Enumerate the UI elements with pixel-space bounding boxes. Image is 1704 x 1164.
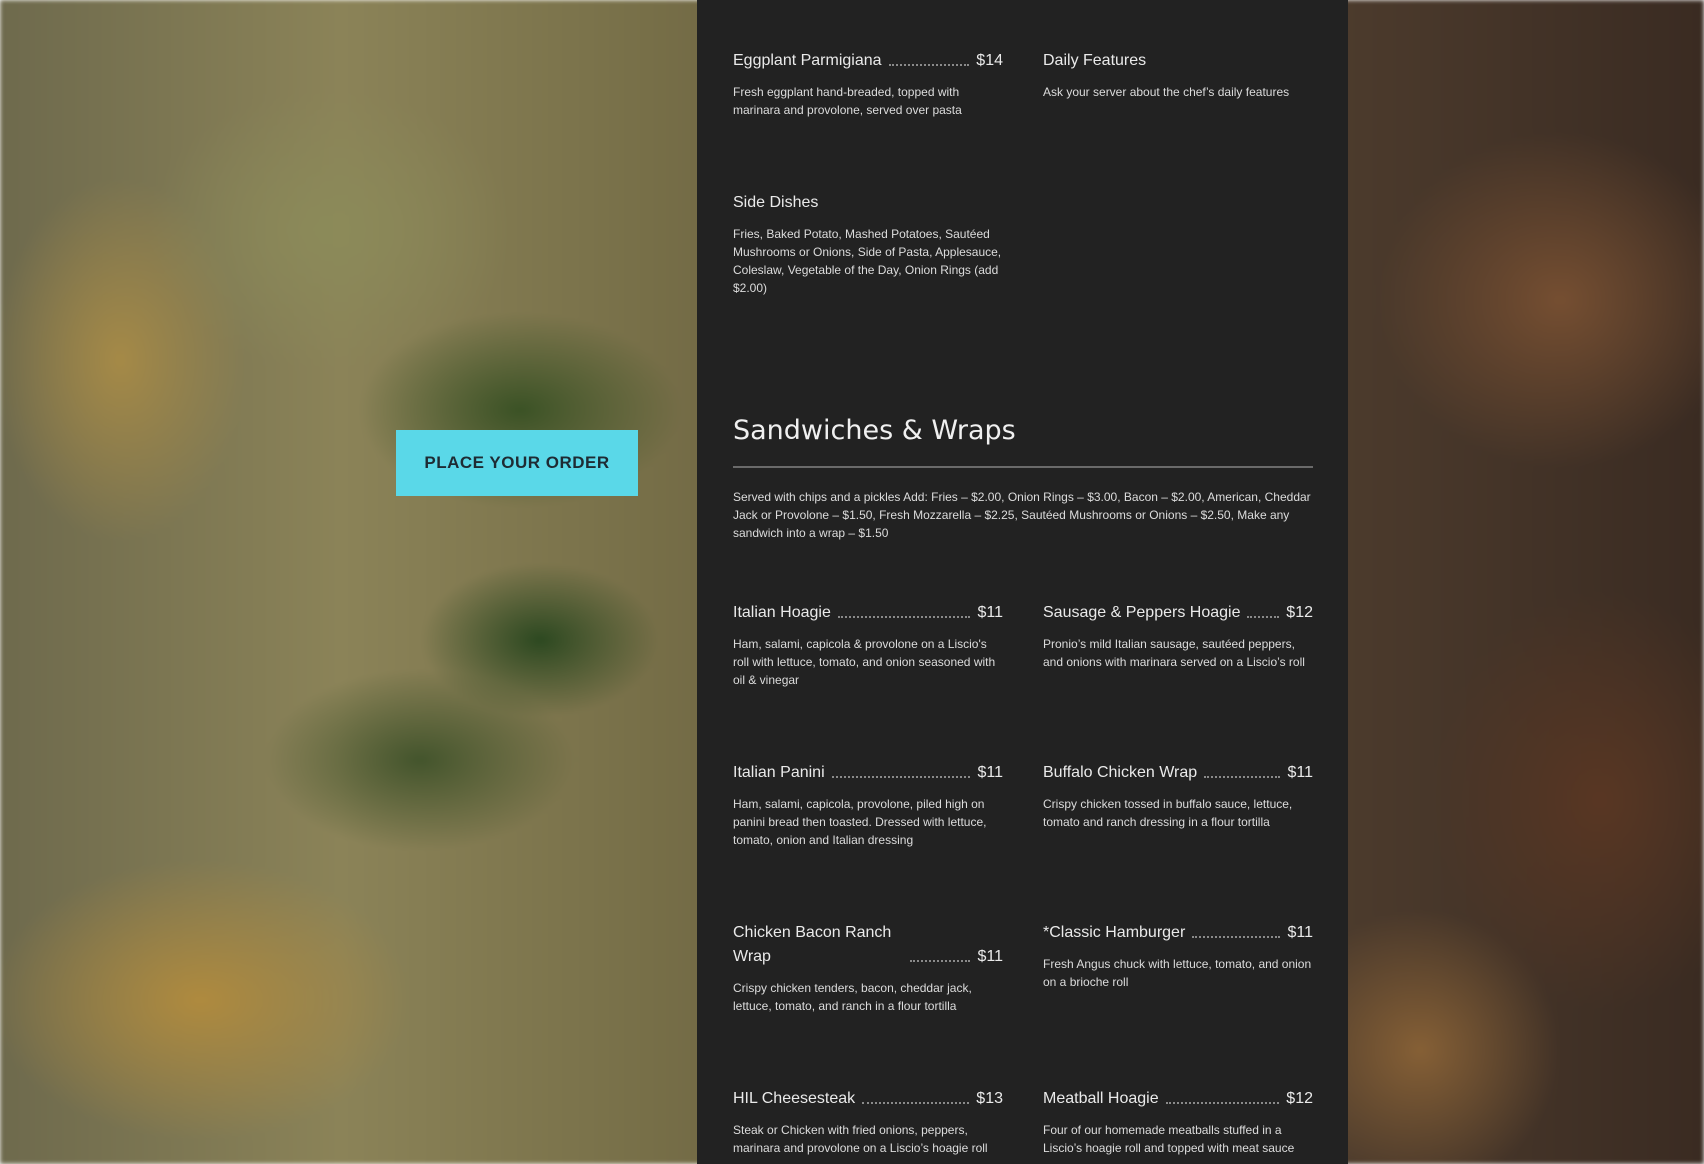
item-description: Pronio’s mild Italian sausage, sautéed p… bbox=[1043, 637, 1305, 669]
menu-item-classic-hamburger: *Classic Hamburger $11 Fresh Angus chuck… bbox=[1043, 921, 1313, 991]
item-name: *Classic Hamburger bbox=[1043, 924, 1186, 941]
item-name: Daily Features bbox=[1043, 52, 1147, 69]
item-description: Crispy chicken tossed in buffalo sauce, … bbox=[1043, 797, 1293, 829]
item-price: $11 bbox=[977, 948, 1003, 965]
dot-leader bbox=[910, 960, 971, 962]
item-name: Eggplant Parmigiana bbox=[733, 52, 882, 69]
dot-leader bbox=[888, 64, 970, 66]
dot-leader bbox=[1192, 936, 1281, 938]
dot-leader bbox=[1165, 1102, 1280, 1104]
dot-leader bbox=[837, 616, 971, 618]
dot-leader bbox=[1247, 616, 1280, 618]
item-description: Ask your server about the chef’s daily f… bbox=[1043, 85, 1290, 99]
section-note: Served with chips and a pickles Add: Fri… bbox=[733, 490, 1311, 540]
menu-item-side-dishes: Side Dishes Fries, Baked Potato, Mashed … bbox=[733, 191, 1003, 297]
menu-item-hil-cheesesteak: HIL Cheesesteak $13 Steak or Chicken wit… bbox=[733, 1087, 1003, 1157]
dot-leader bbox=[1204, 776, 1281, 778]
item-price: $12 bbox=[1286, 604, 1313, 621]
item-price: $11 bbox=[977, 604, 1003, 621]
item-name: Buffalo Chicken Wrap bbox=[1043, 764, 1198, 781]
menu-item-daily-features: Daily Features Ask your server about the… bbox=[1043, 49, 1313, 101]
item-price: $13 bbox=[976, 1090, 1003, 1107]
item-description: Steak or Chicken with fried onions, pepp… bbox=[733, 1123, 988, 1155]
item-price: $11 bbox=[1287, 764, 1313, 781]
item-description: Ham, salami, capicola & provolone on a L… bbox=[733, 637, 996, 687]
section-title: Sandwiches & Wraps bbox=[733, 415, 1016, 446]
section-divider bbox=[733, 466, 1313, 468]
menu-item-meatball-hoagie: Meatball Hoagie $12 Four of our homemade… bbox=[1043, 1087, 1313, 1157]
item-price: $11 bbox=[977, 764, 1003, 781]
item-name: Side Dishes bbox=[733, 194, 819, 211]
menu-item-sausage-peppers-hoagie: Sausage & Peppers Hoagie $12 Pronio’s mi… bbox=[1043, 601, 1313, 671]
menu-panel: Eggplant Parmigiana $14 Fresh eggplant h… bbox=[697, 0, 1348, 1164]
item-description: Four of our homemade meatballs stuffed i… bbox=[1043, 1123, 1295, 1155]
item-price: $14 bbox=[976, 52, 1003, 69]
item-description: Fresh Angus chuck with lettuce, tomato, … bbox=[1043, 957, 1312, 989]
item-description: Fresh eggplant hand-breaded, topped with… bbox=[733, 85, 962, 117]
menu-item-chicken-bacon-ranch-wrap: Chicken Bacon Ranch Wrap $11 Crispy chic… bbox=[733, 921, 1003, 1015]
item-name: HIL Cheesesteak bbox=[733, 1090, 856, 1107]
item-name: Chicken Bacon Ranch Wrap bbox=[733, 924, 892, 965]
menu-item-buffalo-chicken-wrap: Buffalo Chicken Wrap $11 Crispy chicken … bbox=[1043, 761, 1313, 831]
item-price: $12 bbox=[1286, 1090, 1313, 1107]
item-name: Italian Hoagie bbox=[733, 604, 831, 621]
item-description: Crispy chicken tenders, bacon, cheddar j… bbox=[733, 981, 972, 1013]
item-description: Ham, salami, capicola, provolone, piled … bbox=[733, 797, 987, 847]
dot-leader bbox=[862, 1102, 970, 1104]
menu-item-eggplant-parmigiana: Eggplant Parmigiana $14 Fresh eggplant h… bbox=[733, 49, 1003, 119]
item-name: Italian Panini bbox=[733, 764, 825, 781]
place-order-button[interactable]: PLACE YOUR ORDER bbox=[396, 430, 638, 496]
menu-item-italian-panini: Italian Panini $11 Ham, salami, capicola… bbox=[733, 761, 1003, 849]
dot-leader bbox=[831, 776, 971, 778]
item-name: Sausage & Peppers Hoagie bbox=[1043, 604, 1241, 621]
item-description: Fries, Baked Potato, Mashed Potatoes, Sa… bbox=[733, 227, 1002, 295]
item-name: Meatball Hoagie bbox=[1043, 1090, 1159, 1107]
menu-item-italian-hoagie: Italian Hoagie $11 Ham, salami, capicola… bbox=[733, 601, 1003, 689]
item-price: $11 bbox=[1287, 924, 1313, 941]
